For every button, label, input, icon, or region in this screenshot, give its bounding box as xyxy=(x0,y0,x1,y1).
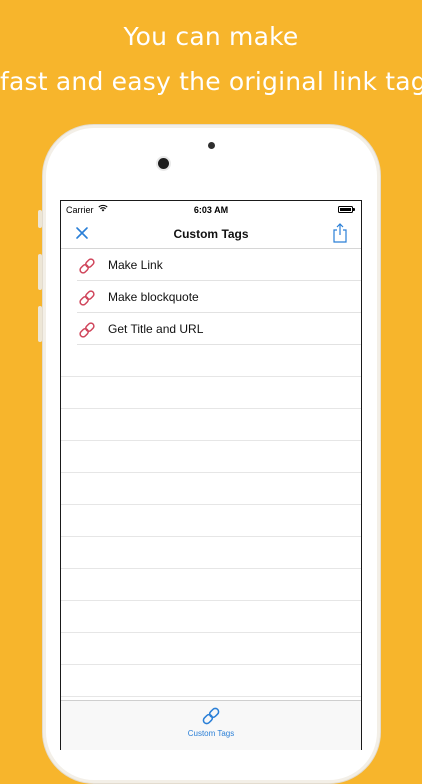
tab-label: Custom Tags xyxy=(187,729,235,738)
list-item-make-link[interactable]: Make Link xyxy=(77,249,361,281)
phone-mute-switch xyxy=(38,210,42,228)
list-item-label: Get Title and URL xyxy=(108,322,204,336)
list-item-make-blockquote[interactable]: Make blockquote xyxy=(77,281,361,313)
page-title: Custom Tags xyxy=(173,227,249,241)
empty-row xyxy=(61,665,361,697)
empty-row xyxy=(61,345,361,377)
phone-speaker xyxy=(208,142,215,149)
status-time: 6:03 AM xyxy=(193,205,229,215)
headline-line-2: fast and easy the original link tag. xyxy=(0,67,422,96)
empty-row xyxy=(61,601,361,633)
tag-list: Make Link Make blockquote Get Title and … xyxy=(61,249,361,697)
list-item-get-title-and-url[interactable]: Get Title and URL xyxy=(77,313,361,345)
phone-volume-up xyxy=(38,254,42,290)
share-icon[interactable] xyxy=(331,222,349,244)
list-item-label: Make blockquote xyxy=(108,290,199,304)
empty-row xyxy=(61,537,361,569)
phone-volume-down xyxy=(38,306,42,342)
tab-custom-tags[interactable]: Custom Tags xyxy=(61,705,361,738)
battery-icon xyxy=(338,206,356,214)
link-icon xyxy=(79,258,95,274)
link-icon xyxy=(79,322,95,338)
empty-row xyxy=(61,473,361,505)
navigation-bar: Custom Tags xyxy=(61,219,361,249)
link-icon xyxy=(202,707,220,725)
empty-row xyxy=(61,409,361,441)
app-screen: Carrier 6:03 AM Custom Tags Make Link Ma… xyxy=(60,200,362,750)
empty-row xyxy=(61,633,361,665)
empty-row xyxy=(61,569,361,601)
tab-bar: Custom Tags xyxy=(61,700,361,750)
status-bar: Carrier 6:03 AM xyxy=(61,201,361,219)
empty-row xyxy=(61,505,361,537)
phone-camera xyxy=(158,158,169,169)
empty-row xyxy=(61,441,361,473)
list-item-label: Make Link xyxy=(108,258,163,272)
headline-line-1: You can make xyxy=(123,22,299,51)
empty-row xyxy=(61,377,361,409)
link-icon xyxy=(79,290,95,306)
